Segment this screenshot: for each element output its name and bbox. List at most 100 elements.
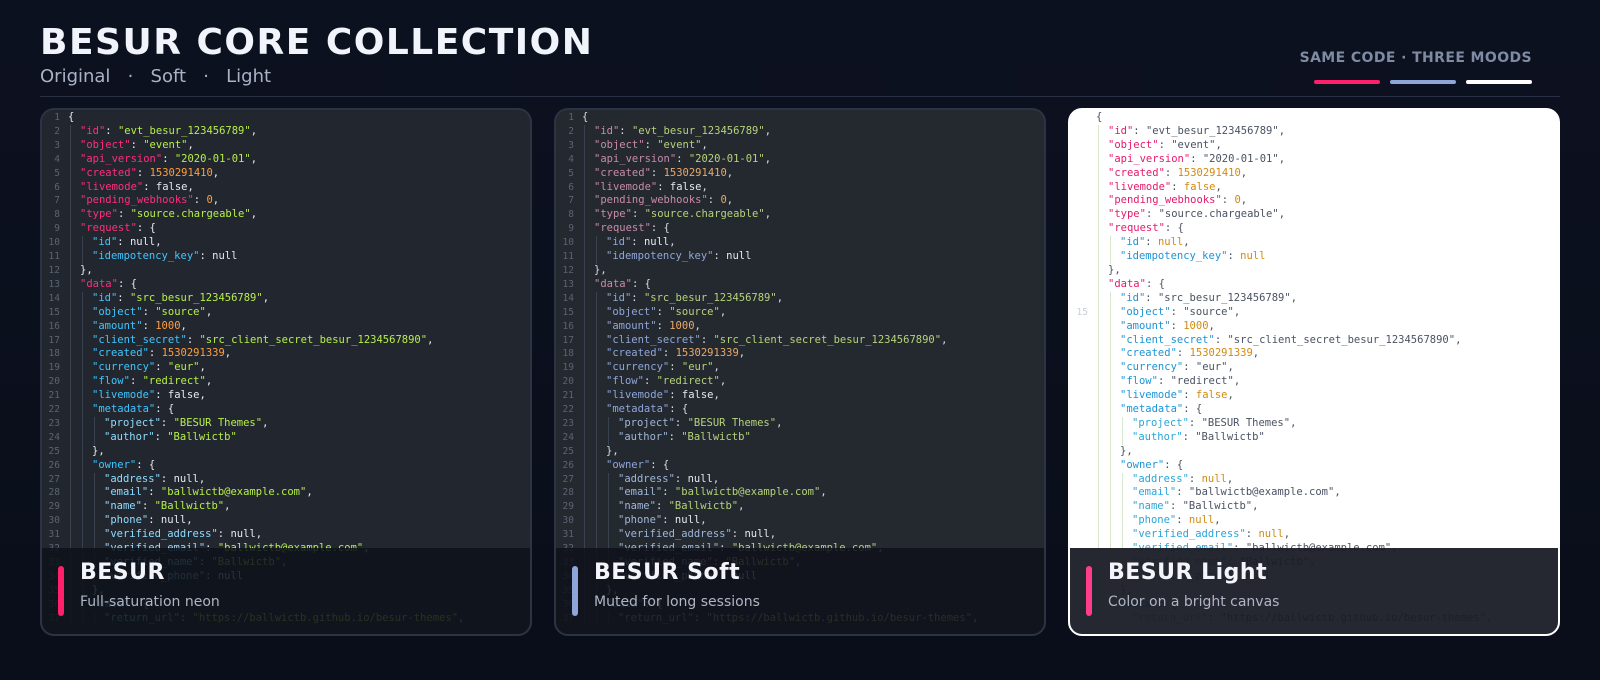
card-title: BESUR [80, 560, 165, 585]
line-number: 25 [562, 445, 574, 457]
code-line: "id": "evt_besur_123456789", [1070, 124, 1558, 139]
line-number [1070, 167, 1096, 181]
code-line: "pending_webhooks": 0, [1070, 194, 1558, 209]
theme-card-besur[interactable]: 1{2 "id": "evt_besur_123456789", 3 "object"… [40, 108, 532, 636]
line-number [1070, 208, 1096, 222]
code-line: 19 "currency": "eur", [556, 361, 1044, 376]
line-number: 14 [562, 292, 574, 304]
code-line: 29 "name": "Ballwictb", [42, 500, 530, 515]
line-number: 30 [562, 515, 574, 527]
line-number [1070, 375, 1096, 389]
line-number [1070, 500, 1096, 514]
code-line: "data": { [1070, 277, 1558, 292]
code-line: "request": { [1070, 222, 1558, 237]
line-number [1070, 445, 1096, 459]
code-line: }, [1070, 444, 1558, 459]
card-caption: BESUR Full-saturation neon [42, 548, 530, 634]
code-line: 12}, [556, 263, 1044, 278]
code-line: "verified_address": null, [1070, 528, 1558, 543]
code-line: 24 "author": "Ballwictb" [556, 430, 1044, 445]
line-number: 6 [54, 181, 60, 193]
accent-bar [1086, 566, 1092, 616]
line-number: 22 [562, 404, 574, 416]
line-number: 1 [54, 112, 60, 123]
line-number [1070, 264, 1096, 278]
line-number: 10 [562, 237, 574, 249]
swatch-original [1314, 80, 1380, 84]
line-number: 24 [48, 431, 60, 443]
line-number: 13 [48, 278, 60, 290]
code-line: "email": "ballwictb@example.com", [1070, 486, 1558, 501]
line-number: 15 [48, 306, 60, 318]
code-line: "author": "Ballwictb" [1070, 430, 1558, 445]
code-line: 25}, [556, 444, 1044, 459]
line-number: 27 [562, 473, 574, 485]
line-number: 29 [562, 501, 574, 513]
code-line: 8 "type": "source.chargeable", [556, 208, 1044, 223]
line-number [1070, 278, 1096, 292]
line-number: 9 [54, 223, 60, 235]
code-line: "project": "BESUR Themes", [1070, 416, 1558, 431]
line-number: 17 [562, 334, 574, 346]
line-number: 3 [568, 139, 574, 151]
line-number [1070, 181, 1096, 195]
code-line: "type": "source.chargeable", [1070, 208, 1558, 223]
accent-bar [58, 566, 64, 616]
line-number: 23 [562, 417, 574, 429]
code-line: 12}, [42, 263, 530, 278]
line-number: 4 [568, 153, 574, 165]
theme-card-besur-light[interactable]: {"id": "evt_besur_123456789", "object": "… [1068, 108, 1560, 636]
code-line: 26 "owner": { [556, 458, 1044, 473]
code-line: 13 "data": { [42, 277, 530, 292]
line-number [1070, 431, 1096, 445]
code-line: }, [1070, 263, 1558, 278]
code-line: "amount": 1000, [1070, 319, 1558, 334]
code-line: 30 "phone": null, [42, 514, 530, 529]
code-line: "phone": null, [1070, 514, 1558, 529]
line-number: 20 [562, 376, 574, 388]
theme-card-besur-soft[interactable]: 1{2 "id": "evt_besur_123456789", 3 "object"… [554, 108, 1046, 636]
code-line: 9 "request": { [556, 222, 1044, 237]
line-number: 9 [568, 223, 574, 235]
card-description: Full-saturation neon [80, 594, 220, 610]
code-line: 1{ [556, 111, 1044, 125]
code-line: 16 "amount": 1000, [42, 319, 530, 334]
code-line: 6 "livemode": false, [42, 180, 530, 195]
code-line: 6 "livemode": false, [556, 180, 1044, 195]
code-line: 27 "address": null, [42, 472, 530, 487]
card-description: Muted for long sessions [594, 594, 760, 610]
line-number: 14 [48, 292, 60, 304]
code-line: "livemode": false, [1070, 180, 1558, 195]
line-number: 2 [54, 125, 60, 137]
line-number [1070, 403, 1096, 417]
code-line: "created": 1530291339, [1070, 347, 1558, 362]
code-line: "currency": "eur", [1070, 361, 1558, 376]
code-line: 16 "amount": 1000, [556, 319, 1044, 334]
line-number: 8 [568, 209, 574, 221]
code-line: 14 "id": "src_besur_123456789", [556, 291, 1044, 306]
code-line: 15 "object": "source", [1070, 305, 1558, 320]
line-number: 17 [48, 334, 60, 346]
code-line: 18 "created": 1530291339, [556, 347, 1044, 362]
line-number [1070, 153, 1096, 167]
code-line: 28 "email": "ballwictb@example.com", [556, 486, 1044, 501]
code-line: 28 "email": "ballwictb@example.com", [42, 486, 530, 501]
code-line: 17 "client_secret": "src_client_secret_be… [42, 333, 530, 348]
card-title: BESUR Light [1108, 560, 1268, 585]
code-line: 7 "pending_webhooks": 0, [42, 194, 530, 209]
swatch-row [1314, 80, 1532, 84]
code-line: "id": null, [1070, 236, 1558, 251]
variant-light: Light [226, 66, 272, 87]
line-number [1070, 514, 1096, 528]
code-line: 21 "livemode": false, [42, 389, 530, 404]
code-line: 22 "metadata": { [556, 403, 1044, 417]
line-number: 1 [568, 112, 574, 123]
line-number: 8 [54, 209, 60, 221]
line-number: 31 [48, 529, 60, 541]
line-number: 4 [54, 153, 60, 165]
line-number: 25 [48, 445, 60, 457]
code-line: "idempotency_key": null [1070, 250, 1558, 264]
code-line: 26 "owner": { [42, 458, 530, 473]
code-line: 19 "currency": "eur", [42, 361, 530, 376]
line-number: 31 [562, 529, 574, 541]
